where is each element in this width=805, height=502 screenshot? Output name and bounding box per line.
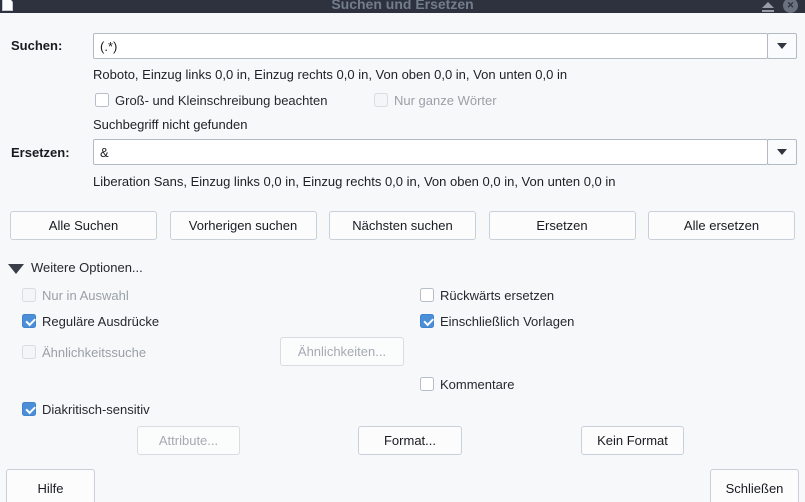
checkbox-box: [420, 314, 434, 328]
checkbox-label: Einschließlich Vorlagen: [440, 314, 574, 329]
replace-dropdown-button[interactable]: [767, 139, 797, 165]
action-button-row: Alle Suchen Vorherigen suchen Nächsten s…: [10, 211, 795, 240]
checkbox-box: [22, 288, 36, 302]
checkbox-comments[interactable]: Kommentare: [420, 376, 514, 392]
close-icon[interactable]: ✕: [783, 0, 798, 13]
checkbox-including-styles[interactable]: Einschließlich Vorlagen: [420, 313, 574, 329]
checkbox-box: [22, 345, 36, 359]
checkbox-label: Ähnlichkeitssuche: [42, 345, 146, 360]
checkbox-box: [95, 93, 109, 107]
replace-format-info: Liberation Sans, Einzug links 0,0 in, Ei…: [93, 174, 616, 189]
checkbox-whole-words[interactable]: Nur ganze Wörter: [374, 92, 497, 108]
shade-bar: [762, 10, 774, 12]
checkbox-label: Reguläre Ausdrücke: [42, 314, 159, 329]
search-input[interactable]: [93, 33, 768, 59]
other-options-expander[interactable]: Weitere Optionen...: [8, 260, 143, 275]
search-format-info: Roboto, Einzug links 0,0 in, Einzug rech…: [93, 67, 567, 82]
titlebar: Suchen und Ersetzen ✕: [0, 0, 805, 13]
expander-triangle-icon: [8, 264, 24, 274]
search-label: Suchen:: [11, 38, 62, 53]
find-all-button[interactable]: Alle Suchen: [10, 211, 157, 240]
expander-label: Weitere Optionen...: [31, 260, 143, 275]
attributes-button[interactable]: Attribute...: [137, 426, 240, 455]
chevron-down-icon: [777, 149, 787, 155]
checkbox-box: [22, 314, 36, 328]
replace-input[interactable]: [93, 139, 768, 165]
replace-button[interactable]: Ersetzen: [489, 211, 636, 240]
checkbox-replace-backwards[interactable]: Rückwärts ersetzen: [420, 287, 554, 303]
shade-triangle: [762, 2, 774, 8]
find-replace-dialog: Suchen und Ersetzen ✕ Suchen: Roboto, Ei…: [0, 0, 805, 502]
checkbox-similarity-search[interactable]: Ähnlichkeitssuche: [22, 344, 146, 360]
no-format-button[interactable]: Kein Format: [581, 426, 684, 455]
format-button[interactable]: Format...: [358, 426, 462, 455]
chevron-down-icon: [777, 43, 787, 49]
checkbox-box: [374, 93, 388, 107]
close-button[interactable]: Schließen: [710, 469, 799, 502]
checkbox-regular-expressions[interactable]: Reguläre Ausdrücke: [22, 313, 159, 329]
find-previous-button[interactable]: Vorherigen suchen: [170, 211, 317, 240]
help-button[interactable]: Hilfe: [6, 469, 95, 502]
checkbox-only-selection[interactable]: Nur in Auswahl: [22, 287, 129, 303]
window-title: Suchen und Ersetzen: [0, 0, 805, 12]
search-status-message: Suchbegriff nicht gefunden: [93, 117, 247, 132]
checkbox-label: Groß- und Kleinschreibung beachten: [115, 93, 327, 108]
checkbox-box: [22, 402, 36, 416]
checkbox-label: Diakritisch-sensitiv: [42, 402, 150, 417]
find-next-button[interactable]: Nächsten suchen: [329, 211, 476, 240]
replace-all-button[interactable]: Alle ersetzen: [648, 211, 795, 240]
similarities-button[interactable]: Ähnlichkeiten...: [280, 337, 404, 366]
checkbox-label: Nur ganze Wörter: [394, 93, 497, 108]
shade-window-icon[interactable]: [760, 0, 776, 12]
checkbox-label: Rückwärts ersetzen: [440, 288, 554, 303]
checkbox-diacritic-sensitive[interactable]: Diakritisch-sensitiv: [22, 401, 150, 417]
checkbox-label: Nur in Auswahl: [42, 288, 129, 303]
checkbox-label: Kommentare: [440, 377, 514, 392]
checkbox-box: [420, 288, 434, 302]
checkbox-match-case[interactable]: Groß- und Kleinschreibung beachten: [95, 92, 327, 108]
replace-label: Ersetzen:: [11, 145, 70, 160]
checkbox-box: [420, 377, 434, 391]
search-dropdown-button[interactable]: [767, 33, 797, 59]
